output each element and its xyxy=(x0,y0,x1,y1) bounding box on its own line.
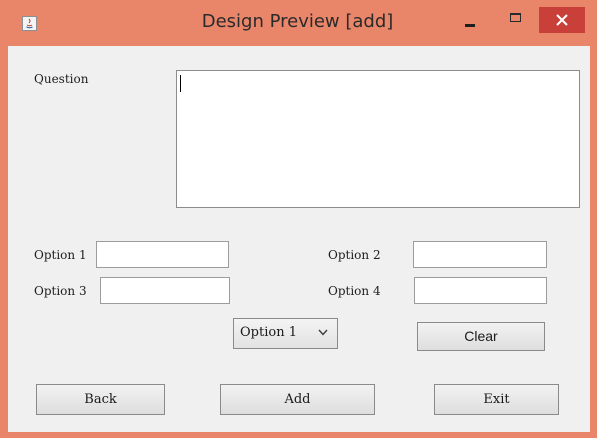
option1-label: Option 1 xyxy=(34,248,87,262)
text-caret xyxy=(180,75,181,92)
question-label: Question xyxy=(34,72,89,86)
option4-input[interactable] xyxy=(414,277,547,304)
maximize-icon[interactable] xyxy=(502,7,530,29)
close-icon[interactable] xyxy=(539,7,585,33)
option4-label: Option 4 xyxy=(328,284,381,298)
clear-button[interactable]: Clear xyxy=(417,322,545,351)
exit-button[interactable]: Exit xyxy=(434,384,559,415)
app-window: Design Preview [add] Question Option 1 O… xyxy=(0,0,597,438)
title-bar[interactable]: Design Preview [add] xyxy=(0,0,597,40)
add-button[interactable]: Add xyxy=(220,384,375,415)
minimize-icon[interactable] xyxy=(456,11,484,33)
option2-input[interactable] xyxy=(413,241,547,268)
option1-input[interactable] xyxy=(96,241,229,268)
option3-input[interactable] xyxy=(100,277,230,304)
correct-answer-select[interactable]: Option 1 xyxy=(233,318,338,349)
question-input[interactable] xyxy=(176,70,580,208)
back-button[interactable]: Back xyxy=(36,384,165,415)
chevron-down-icon xyxy=(318,329,328,336)
form-panel: Question Option 1 Option 2 Option 3 Opti… xyxy=(8,46,590,432)
select-value: Option 1 xyxy=(240,325,297,340)
option3-label: Option 3 xyxy=(34,284,87,298)
option2-label: Option 2 xyxy=(328,248,381,262)
